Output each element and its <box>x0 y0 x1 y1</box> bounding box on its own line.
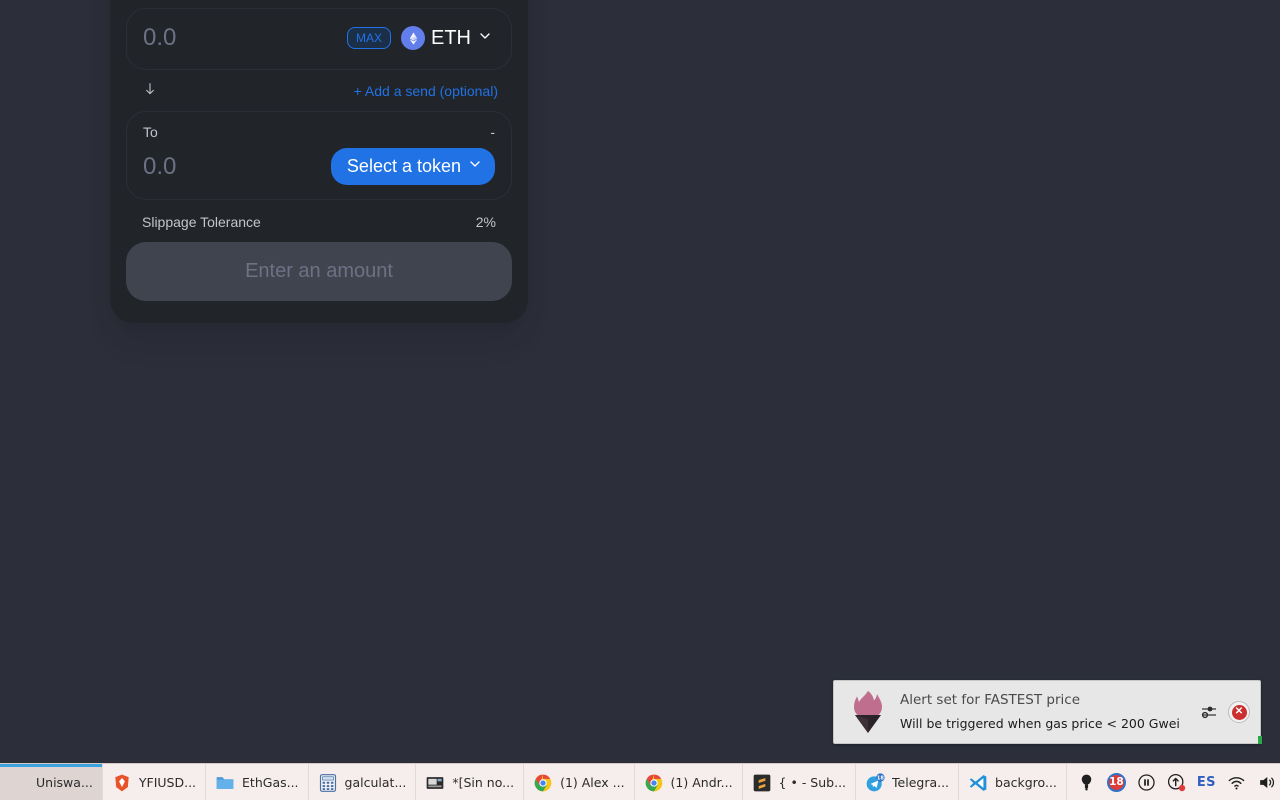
keyboard-language-indicator[interactable]: ES <box>1197 775 1216 790</box>
select-token-label: Select a token <box>346 156 461 176</box>
brave-icon <box>112 773 132 793</box>
notification-title: Alert set for FASTEST price <box>900 692 1081 708</box>
sliders-icon[interactable] <box>1200 703 1218 721</box>
taskbar: Uniswa... YFIUSD... EthGas... galculat..… <box>0 763 1280 800</box>
taskbar-item-text-editor[interactable]: *[Sin no... <box>416 764 525 800</box>
lightbulb-icon[interactable] <box>1077 773 1096 792</box>
slippage-tolerance-row: Slippage Tolerance 2% <box>126 200 512 242</box>
taskbar-item-sublime[interactable]: { • - Sub... <box>743 764 857 800</box>
taskbar-item-label: (1) Alex ... <box>560 775 625 790</box>
ethgasstation-flame-icon <box>846 689 890 735</box>
volume-icon[interactable] <box>1257 773 1276 792</box>
taskbar-item-yfiusd[interactable]: YFIUSD... <box>103 764 207 800</box>
notification-accent-bar <box>1258 736 1262 744</box>
taskbar-item-label: { • - Sub... <box>778 775 847 790</box>
taskbar-item-label: backgro... <box>995 775 1057 790</box>
taskbar-window-list: Uniswa... YFIUSD... EthGas... galculat..… <box>0 764 1067 800</box>
slippage-label: Slippage Tolerance <box>142 214 261 230</box>
swap-from-row: MAX ETH <box>143 21 495 55</box>
sublime-text-icon <box>752 773 772 793</box>
close-x-glyph: ✕ <box>1231 704 1247 720</box>
taskbar-item-label: Telegra... <box>892 775 950 790</box>
chevron-down-icon <box>467 156 483 177</box>
text-editor-icon <box>425 773 445 793</box>
add-a-send-link[interactable]: + Add a send (optional) <box>354 83 498 99</box>
to-balance: - <box>490 124 495 140</box>
taskbar-item-label: Uniswa... <box>36 775 93 790</box>
taskbar-item-chrome-andr[interactable]: (1) Andr... <box>635 764 743 800</box>
folder-icon <box>215 773 235 793</box>
swap-action-button[interactable]: Enter an amount <box>126 242 512 301</box>
taskbar-item-label: EthGas... <box>242 775 299 790</box>
taskbar-item-label: YFIUSD... <box>138 775 197 790</box>
close-icon[interactable]: ✕ <box>1228 701 1250 723</box>
taskbar-item-uniswap[interactable]: Uniswa... <box>0 764 103 800</box>
taskbar-item-label: (1) Andr... <box>670 775 733 790</box>
wifi-icon[interactable] <box>1227 773 1246 792</box>
arrow-down-icon[interactable] <box>142 80 158 101</box>
telegram-icon: 18 <box>865 772 885 793</box>
desktop-notification[interactable]: Alert set for FASTEST price Will be trig… <box>833 680 1261 744</box>
taskbar-item-telegram[interactable]: 18 Telegra... <box>856 764 960 800</box>
from-token-symbol: ETH <box>431 26 471 49</box>
from-token-select-button[interactable]: ETH <box>399 24 495 52</box>
notification-actions: ✕ <box>1200 701 1250 723</box>
vscode-icon <box>968 773 988 793</box>
chrome-icon <box>533 773 553 793</box>
svg-text:18: 18 <box>877 775 884 781</box>
browser-icon <box>9 773 29 793</box>
taskbar-item-label: *[Sin no... <box>452 775 515 790</box>
calculator-icon <box>318 773 338 793</box>
to-amount-input[interactable] <box>143 152 293 181</box>
to-label: To <box>143 124 158 140</box>
taskbar-item-vscode[interactable]: backgro... <box>959 764 1067 800</box>
swap-to-panel: To - Select a token <box>126 111 512 200</box>
pause-circle-icon[interactable] <box>1137 773 1156 792</box>
notification-body: Will be triggered when gas price < 200 G… <box>900 716 1180 731</box>
taskbar-item-ethgas[interactable]: EthGas... <box>206 764 309 800</box>
ethereum-icon <box>401 26 425 50</box>
system-tray: 18 ES <box>1067 764 1280 800</box>
from-panel-controls: MAX ETH <box>346 24 495 52</box>
taskbar-item-galculator[interactable]: galculat... <box>309 764 417 800</box>
chevron-down-icon <box>477 27 493 50</box>
notification-text: Alert set for FASTEST price Will be trig… <box>900 691 1200 733</box>
swap-card-body: MAX ETH <box>118 0 520 315</box>
select-a-token-button[interactable]: Select a token <box>330 148 495 185</box>
update-circle-icon[interactable] <box>1167 773 1186 792</box>
max-button[interactable]: MAX <box>346 27 391 49</box>
from-amount-input[interactable] <box>143 24 293 52</box>
swap-to-row: Select a token <box>143 148 495 185</box>
swap-direction-row: + Add a send (optional) <box>126 70 512 111</box>
taskbar-item-chrome-alex[interactable]: (1) Alex ... <box>524 764 635 800</box>
swap-from-panel: MAX ETH <box>126 8 512 70</box>
chrome-icon <box>644 773 664 793</box>
to-panel-header: To - <box>143 124 495 140</box>
swap-card: MAX ETH <box>110 0 528 323</box>
notification-count-badge[interactable]: 18 <box>1106 772 1126 792</box>
slippage-value[interactable]: 2% <box>476 214 496 230</box>
taskbar-item-label: galculat... <box>344 775 407 790</box>
